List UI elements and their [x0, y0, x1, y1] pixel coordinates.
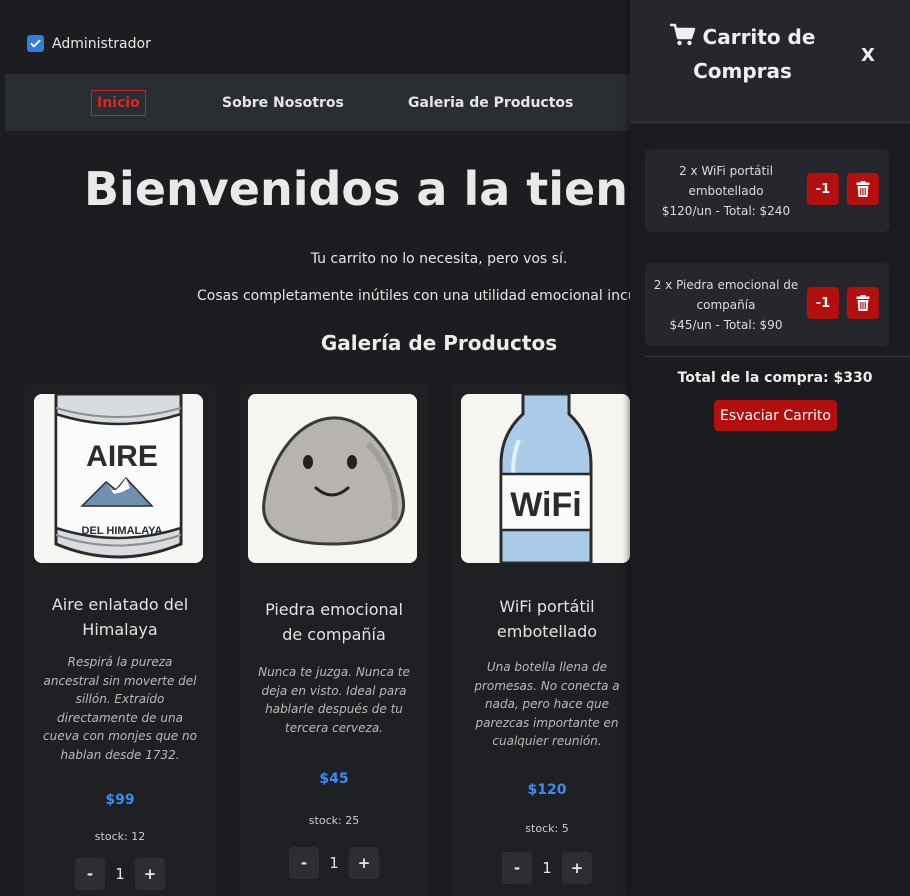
cart-total: Total de la compra: $330 [677, 370, 873, 386]
cart-item-info: 2 x Piedra emocional de compañía $45/un … [645, 263, 807, 346]
decrement-cart-button[interactable]: -1 [807, 287, 839, 319]
admin-label: Administrador [52, 35, 151, 52]
cart-header: Carrito de Compras X [630, 0, 910, 123]
cart-item: 2 x WiFi portátil embotellado $120/un - … [645, 149, 889, 232]
cart-item-info: 2 x WiFi portátil embotellado $120/un - … [645, 149, 807, 232]
nav-inicio[interactable]: Inicio [91, 74, 146, 131]
quantity-stepper: - 1 + [25, 858, 215, 890]
product-stock: stock: 25 [308, 814, 360, 827]
product-card-piedra: Piedra emocional de compañía Nunca te ju… [239, 384, 429, 896]
cart-item-price: $120/un - Total: $240 [661, 203, 791, 218]
close-cart-button[interactable]: X [861, 45, 875, 66]
product-card-wifi: WiFi WiFi portátil embotellado Una botel… [452, 384, 642, 896]
increment-button[interactable]: + [349, 847, 379, 879]
svg-text:AIRE: AIRE [86, 440, 158, 473]
svg-text:WiFi: WiFi [510, 486, 581, 524]
product-description: Una botella llena de promesas. No conect… [474, 660, 620, 748]
trash-icon [856, 181, 870, 197]
quantity-stepper: - 1 + [239, 847, 429, 879]
nav-sobre-nosotros-label: Sobre Nosotros [222, 94, 344, 111]
emotional-rock-icon [248, 394, 417, 563]
admin-toggle[interactable]: Administrador [27, 35, 151, 52]
quantity-stepper: - 1 + [452, 852, 642, 884]
product-price: $99 [105, 792, 135, 808]
admin-checkbox[interactable] [27, 35, 44, 52]
decrement-cart-button[interactable]: -1 [807, 173, 839, 205]
cart-icon [669, 23, 695, 46]
cart-divider [645, 356, 910, 357]
quantity-value: 1 [329, 854, 339, 872]
product-price: $120 [527, 782, 567, 798]
product-name: Piedra emocional de compañía [265, 600, 403, 644]
increment-button[interactable]: + [562, 852, 592, 884]
nav-sobre-nosotros[interactable]: Sobre Nosotros [222, 74, 344, 131]
cart-item-title: 2 x Piedra emocional de compañía [653, 277, 799, 312]
hero-title: Bienvenidos a la tienda I [84, 162, 726, 216]
cart-item: 2 x Piedra emocional de compañía $45/un … [645, 263, 889, 346]
cart-item-title: 2 x WiFi portátil embotellado [679, 163, 773, 198]
product-stock: stock: 5 [525, 822, 569, 835]
navbar: Inicio Sobre Nosotros Galeria de Product… [5, 74, 705, 131]
decrement-button[interactable]: - [75, 858, 105, 890]
decrement-button[interactable]: - [289, 847, 319, 879]
wifi-bottle-icon: WiFi [461, 394, 630, 563]
product-description: Respirá la pureza ancestral sin moverte … [43, 655, 198, 762]
product-card-aire: AIRE DEL HIMALAYA Aire enlatado del Hima… [25, 384, 215, 896]
empty-cart-button[interactable]: Esvaciar Carrito [714, 400, 837, 431]
cart-title-text: Carrito de Compras [693, 25, 816, 83]
remove-item-button[interactable] [847, 287, 879, 319]
trash-icon [856, 295, 870, 311]
product-price: $45 [319, 771, 349, 787]
svg-text:DEL HIMALAYA: DEL HIMALAYA [82, 525, 163, 537]
product-name: Aire enlatado del Himalaya [51, 595, 189, 639]
nav-inicio-label: Inicio [91, 89, 146, 116]
quantity-value: 1 [542, 859, 552, 877]
increment-button[interactable]: + [135, 858, 165, 890]
cart-sidebar: Carrito de Compras X 2 x WiFi portátil e… [630, 0, 910, 896]
nav-galeria-label: Galeria de Productos [408, 94, 574, 111]
check-icon [30, 39, 41, 48]
canned-air-icon: AIRE DEL HIMALAYA [34, 394, 203, 563]
product-stock: stock: 12 [94, 830, 146, 843]
product-name: WiFi portátil embotellado [496, 597, 598, 641]
product-description: Nunca te juzga. Nunca te deja en visto. … [258, 665, 410, 735]
remove-item-button[interactable] [847, 173, 879, 205]
nav-galeria[interactable]: Galeria de Productos [408, 74, 573, 131]
cart-title: Carrito de Compras [660, 20, 825, 88]
cart-item-price: $45/un - Total: $90 [669, 317, 783, 332]
quantity-value: 1 [115, 865, 125, 883]
decrement-button[interactable]: - [502, 852, 532, 884]
hero-subtagline: Cosas completamente inútiles con una uti… [197, 288, 658, 304]
